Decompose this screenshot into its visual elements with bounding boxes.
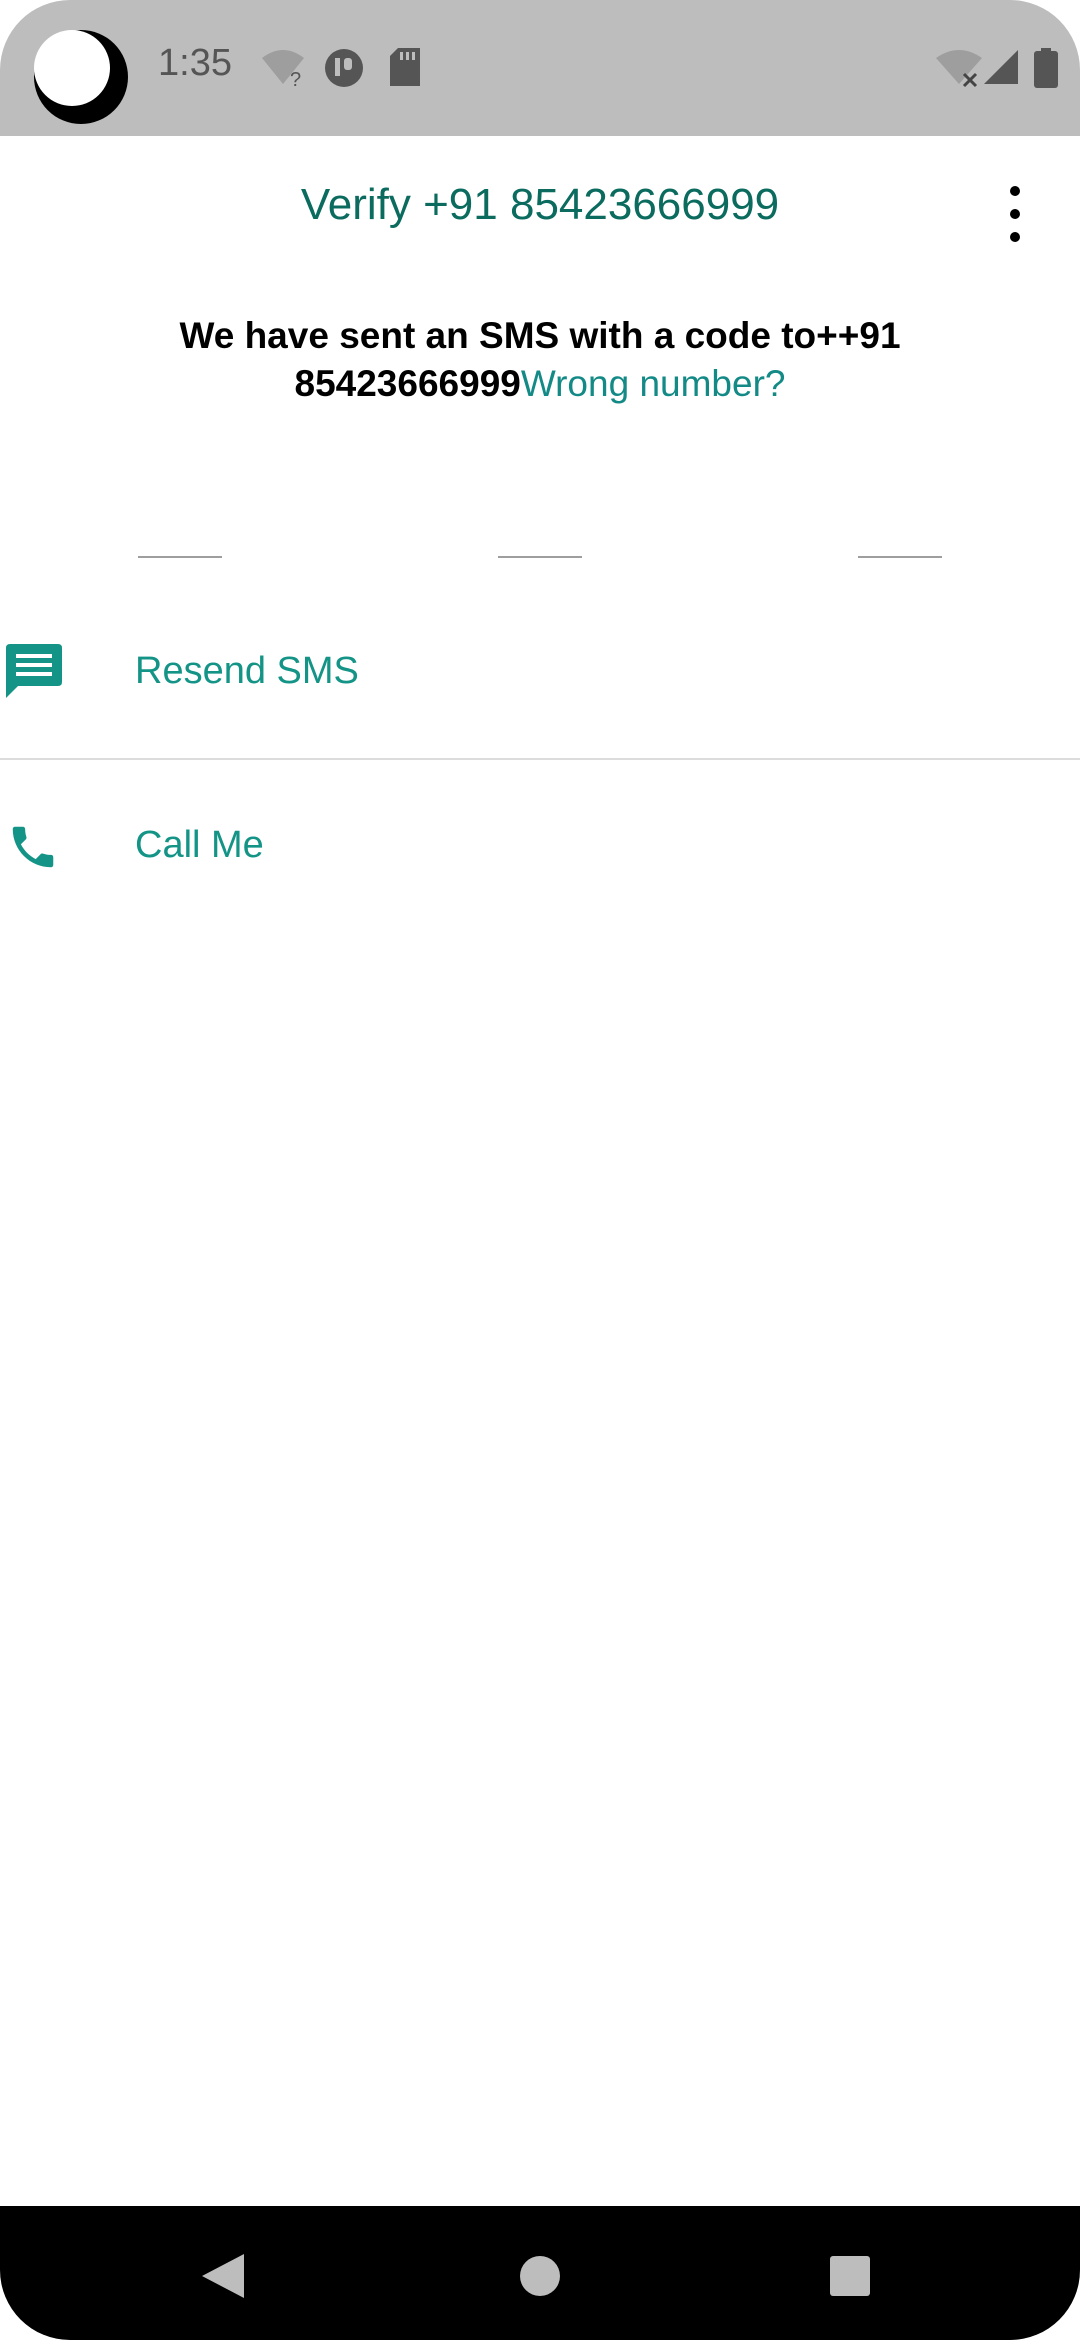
- page-title: Verify +91 85423666999: [300, 180, 780, 229]
- navigation-bar: [0, 2206, 1080, 2340]
- resend-sms-button[interactable]: Resend SMS: [0, 610, 1080, 730]
- verification-message: We have sent an SMS with a code to++91 8…: [80, 312, 1000, 408]
- call-me-button[interactable]: Call Me: [0, 786, 1080, 906]
- camera-cutout: [34, 30, 128, 124]
- status-time: 1:35: [158, 42, 232, 84]
- resend-sms-label: Resend SMS: [135, 650, 359, 692]
- more-vert-icon[interactable]: [1000, 186, 1030, 242]
- wifi-off-icon: [936, 50, 982, 88]
- sms-icon: [6, 644, 62, 698]
- data-saver-icon: [325, 49, 363, 87]
- svg-text:?: ?: [290, 69, 301, 88]
- recents-icon[interactable]: [828, 2254, 872, 2298]
- cell-signal-icon: [984, 50, 1018, 84]
- home-icon[interactable]: [518, 2254, 562, 2298]
- code-field-1[interactable]: [138, 524, 222, 558]
- back-icon[interactable]: [200, 2252, 246, 2300]
- divider: [0, 758, 1080, 760]
- code-field-3[interactable]: [858, 524, 942, 558]
- wifi-unknown-icon: ?: [262, 50, 304, 88]
- status-bar: 1:35 ?: [0, 0, 1080, 136]
- phone-icon: [12, 826, 54, 868]
- wrong-number-link[interactable]: Wrong number?: [521, 363, 786, 404]
- call-me-label: Call Me: [135, 824, 264, 866]
- sd-card-icon: [390, 48, 420, 86]
- code-field-2[interactable]: [498, 524, 582, 558]
- battery-icon: [1034, 48, 1058, 88]
